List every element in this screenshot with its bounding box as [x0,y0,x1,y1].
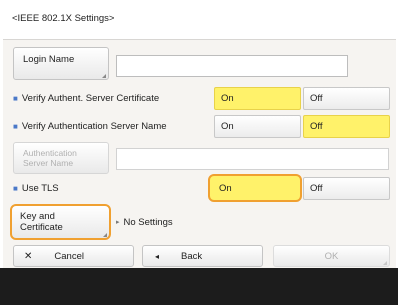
verify-server-name-off-button[interactable]: Off [303,115,390,138]
status-bar [0,268,398,305]
ok-button: OK [273,245,390,267]
use-tls-label: ■ Use TLS [13,182,59,194]
screen-title: <IEEE 802.1X Settings> [12,13,115,24]
bullet-icon: ■ [13,93,18,103]
bullet-icon: ■ [13,121,18,131]
key-cert-label-line1: Key and [20,211,55,222]
use-tls-off-button[interactable]: Off [303,177,390,200]
auth-server-name-field [116,148,389,170]
auth-server-name-label-line2: Server Name [23,158,74,168]
verify-server-name-on-button[interactable]: On [214,115,301,138]
bullet-icon: ■ [13,183,18,193]
verify-server-cert-label: ■ Verify Authent. Server Certificate [13,92,160,104]
key-cert-label-line2: Certificate [20,222,63,233]
verify-server-name-label: ■ Verify Authentication Server Name [13,120,167,132]
ok-label: OK [324,250,339,262]
back-arrow-icon: ◂ [155,251,160,261]
cancel-button[interactable]: ✕ Cancel [13,245,134,267]
corner-indicator-icon [102,74,106,78]
verify-server-cert-on-button[interactable]: On [214,87,301,110]
key-cert-status: ▸ No Settings [116,216,173,228]
login-name-field[interactable] [116,55,348,77]
use-tls-on-button[interactable]: On [208,174,302,202]
auth-server-name-button: Authentication Server Name [13,142,109,174]
key-and-certificate-button[interactable]: Key and Certificate [10,204,111,240]
login-name-label: Login Name [23,54,75,65]
back-label: Back [181,250,203,262]
close-icon: ✕ [24,250,33,262]
cancel-label: Cancel [54,250,84,262]
corner-indicator-icon [103,233,107,237]
arrow-right-icon: ▸ [116,219,120,226]
login-name-button[interactable]: Login Name [13,47,109,80]
auth-server-name-label-line1: Authentication [23,148,77,158]
back-button[interactable]: ◂ Back [142,245,263,267]
verify-server-cert-off-button[interactable]: Off [303,87,390,110]
corner-indicator-icon [383,261,387,265]
